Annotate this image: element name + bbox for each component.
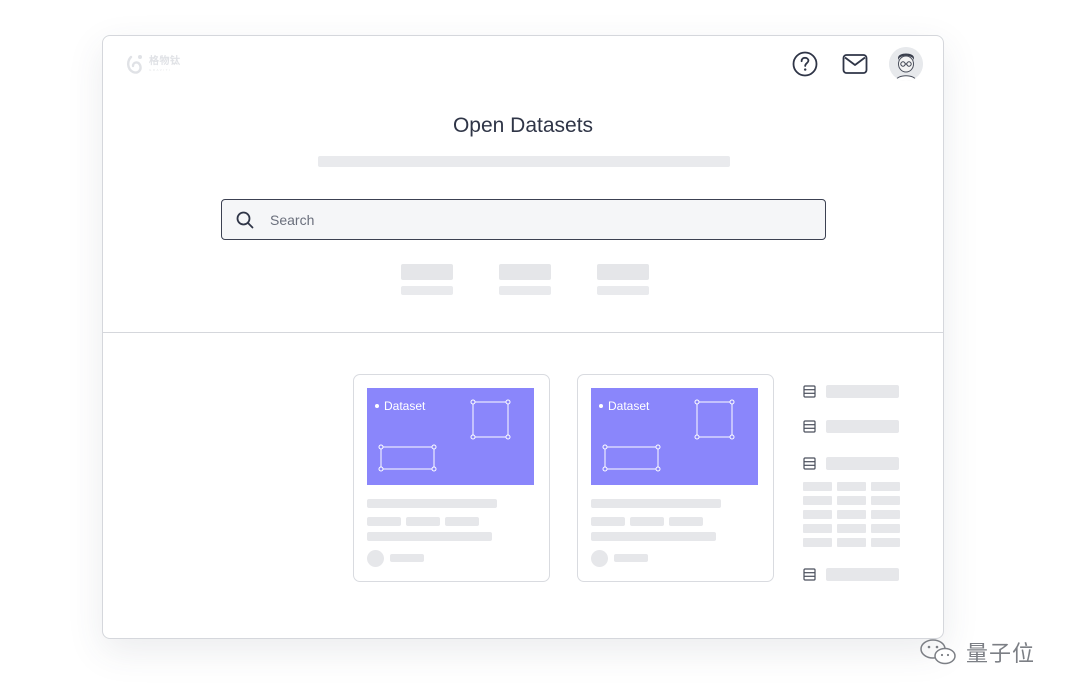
card-tag-placeholder [367,517,401,526]
card-tag-placeholder [669,517,703,526]
list-icon [803,457,816,470]
card-owner-placeholder [390,554,424,562]
help-icon [792,51,818,77]
dataset-thumbnail: Dataset [367,388,534,485]
filter-tab-1[interactable] [401,264,453,295]
subtitle-placeholder [318,156,730,167]
bounding-box-icon [602,399,735,472]
search-input[interactable] [270,211,790,228]
logo-text: 格物钛 [149,55,181,67]
card-tag-placeholder [630,517,664,526]
side-list-item[interactable] [803,385,899,398]
bounding-box-icon [378,399,511,472]
logo-mark-icon [127,55,142,74]
card-avatar-placeholder [367,550,384,567]
card-desc-placeholder [367,532,492,541]
user-avatar[interactable] [889,47,923,81]
card-tag-placeholder [591,517,625,526]
mail-button[interactable] [841,50,869,78]
side-list-item[interactable] [803,420,899,433]
section-divider [103,332,943,333]
wechat-icon [920,639,956,665]
page-title: Open Datasets [452,114,594,137]
watermark: 量子位 [918,636,1035,668]
help-button[interactable] [791,50,819,78]
watermark-text: 量子位 [966,641,1036,666]
card-tag-placeholder [406,517,440,526]
logo[interactable]: 格物钛 GRAVITI [125,53,181,75]
app-window: 格物钛 GRAVITI Open Datasets Search Dataset… [102,35,944,639]
list-icon [803,420,816,433]
list-icon [803,568,816,581]
filter-tab-3[interactable] [597,264,649,295]
card-title-placeholder [591,499,721,508]
card-desc-placeholder [591,532,716,541]
dataset-card[interactable]: Dataset [577,374,774,582]
card-tag-placeholder [445,517,479,526]
filter-tabs [401,264,649,295]
mail-icon [842,54,868,74]
card-title-placeholder [367,499,497,508]
card-avatar-placeholder [591,550,608,567]
logo-subtext: GRAVITI [149,67,172,72]
card-owner-placeholder [614,554,648,562]
side-list-item[interactable] [803,457,899,470]
search-box[interactable] [221,199,826,240]
header-actions [769,47,923,81]
list-icon [803,385,816,398]
filter-tab-2[interactable] [499,264,551,295]
side-list-item[interactable] [803,568,899,581]
side-grid-placeholder [803,482,900,547]
search-icon [236,211,254,228]
dataset-card[interactable]: Dataset [353,374,550,582]
dataset-thumbnail: Dataset [591,388,758,485]
avatar-icon [889,47,923,81]
